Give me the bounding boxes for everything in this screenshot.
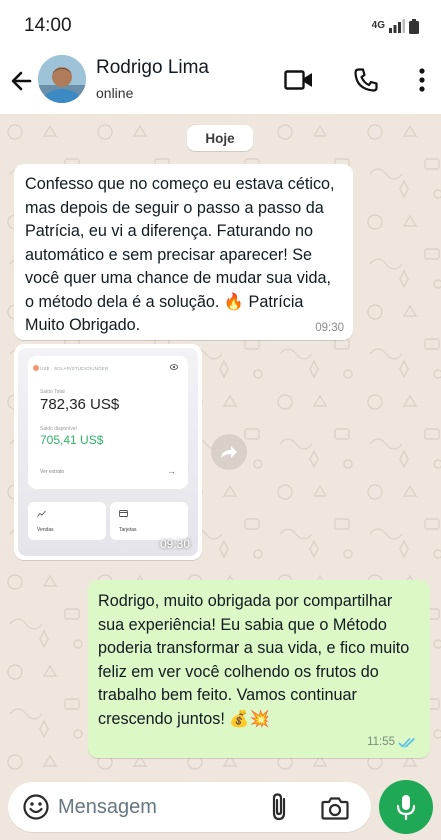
video-call-icon[interactable] — [283, 64, 315, 96]
extract-link: Ver extrato — [40, 469, 65, 475]
message-meta: 11:55 — [367, 736, 416, 748]
incoming-image-message[interactable]: US$ · SOLAR/STUDIO/UNDER Saldo Total 782… — [14, 344, 202, 560]
back-arrow-icon[interactable] — [8, 67, 36, 95]
chat-header: Rodrigo Lima online — [0, 52, 441, 114]
battery-icon — [409, 18, 419, 34]
status-bar: 14:00 4G — [0, 0, 441, 52]
read-receipt-icon — [398, 737, 416, 748]
avatar[interactable] — [38, 55, 86, 103]
composer-bar — [8, 782, 371, 832]
microphone-icon — [396, 795, 416, 821]
sales-tile: Vendas — [28, 502, 106, 540]
cards-label: Tarjetas — [119, 527, 137, 533]
screenshot-image[interactable]: US$ · SOLAR/STUDIO/UNDER Saldo Total 782… — [18, 348, 198, 556]
emoji-icon[interactable] — [22, 793, 50, 821]
total-balance: 782,36 US$ — [40, 396, 120, 413]
app-header-text: US$ · SOLAR/STUDIO/UNDER — [40, 366, 109, 371]
brand-dot — [33, 365, 39, 371]
sales-label: Vendas — [37, 527, 54, 533]
message-input[interactable] — [58, 791, 248, 823]
arrow-right-icon: → — [167, 466, 176, 476]
outgoing-message[interactable]: Rodrigo, muito obrigada por compartilhar… — [88, 580, 430, 758]
contact-status: online — [96, 85, 134, 101]
day-separator: Hoje — [187, 125, 253, 151]
forward-icon — [221, 446, 237, 458]
card-icon — [119, 510, 128, 517]
message-text: Rodrigo, muito obrigada por compartilhar… — [98, 592, 410, 728]
available-label: Saldo disponível — [40, 426, 77, 432]
message-time: 11:55 — [367, 736, 395, 748]
signal-icon — [389, 19, 405, 33]
incoming-message[interactable]: Confesso que no começo eu estava cético,… — [14, 164, 353, 340]
camera-icon[interactable] — [320, 794, 350, 822]
balance-card: US$ · SOLAR/STUDIO/UNDER Saldo Total 782… — [28, 356, 188, 489]
mic-button[interactable] — [379, 780, 433, 834]
total-label: Saldo Total — [40, 389, 65, 395]
more-options-icon[interactable] — [406, 64, 438, 96]
network-type: 4G — [371, 20, 385, 31]
cards-tile: Tarjetas — [110, 502, 188, 540]
chat-area[interactable]: Hoje Confesso que no começo eu estava cé… — [0, 114, 441, 776]
status-time: 14:00 — [24, 15, 72, 36]
message-time: 09:30 — [315, 322, 344, 334]
chart-icon — [37, 510, 46, 517]
message-text: Confesso que no começo eu estava cético,… — [25, 175, 335, 334]
image-time: 09:30 — [159, 537, 190, 551]
contact-name[interactable]: Rodrigo Lima — [96, 57, 209, 79]
eye-icon — [170, 364, 178, 370]
attach-icon[interactable] — [266, 792, 294, 822]
status-icons: 4G — [371, 18, 419, 34]
available-balance: 705,41 US$ — [40, 433, 104, 447]
phone-call-icon[interactable] — [350, 64, 382, 96]
forward-button[interactable] — [211, 434, 247, 470]
